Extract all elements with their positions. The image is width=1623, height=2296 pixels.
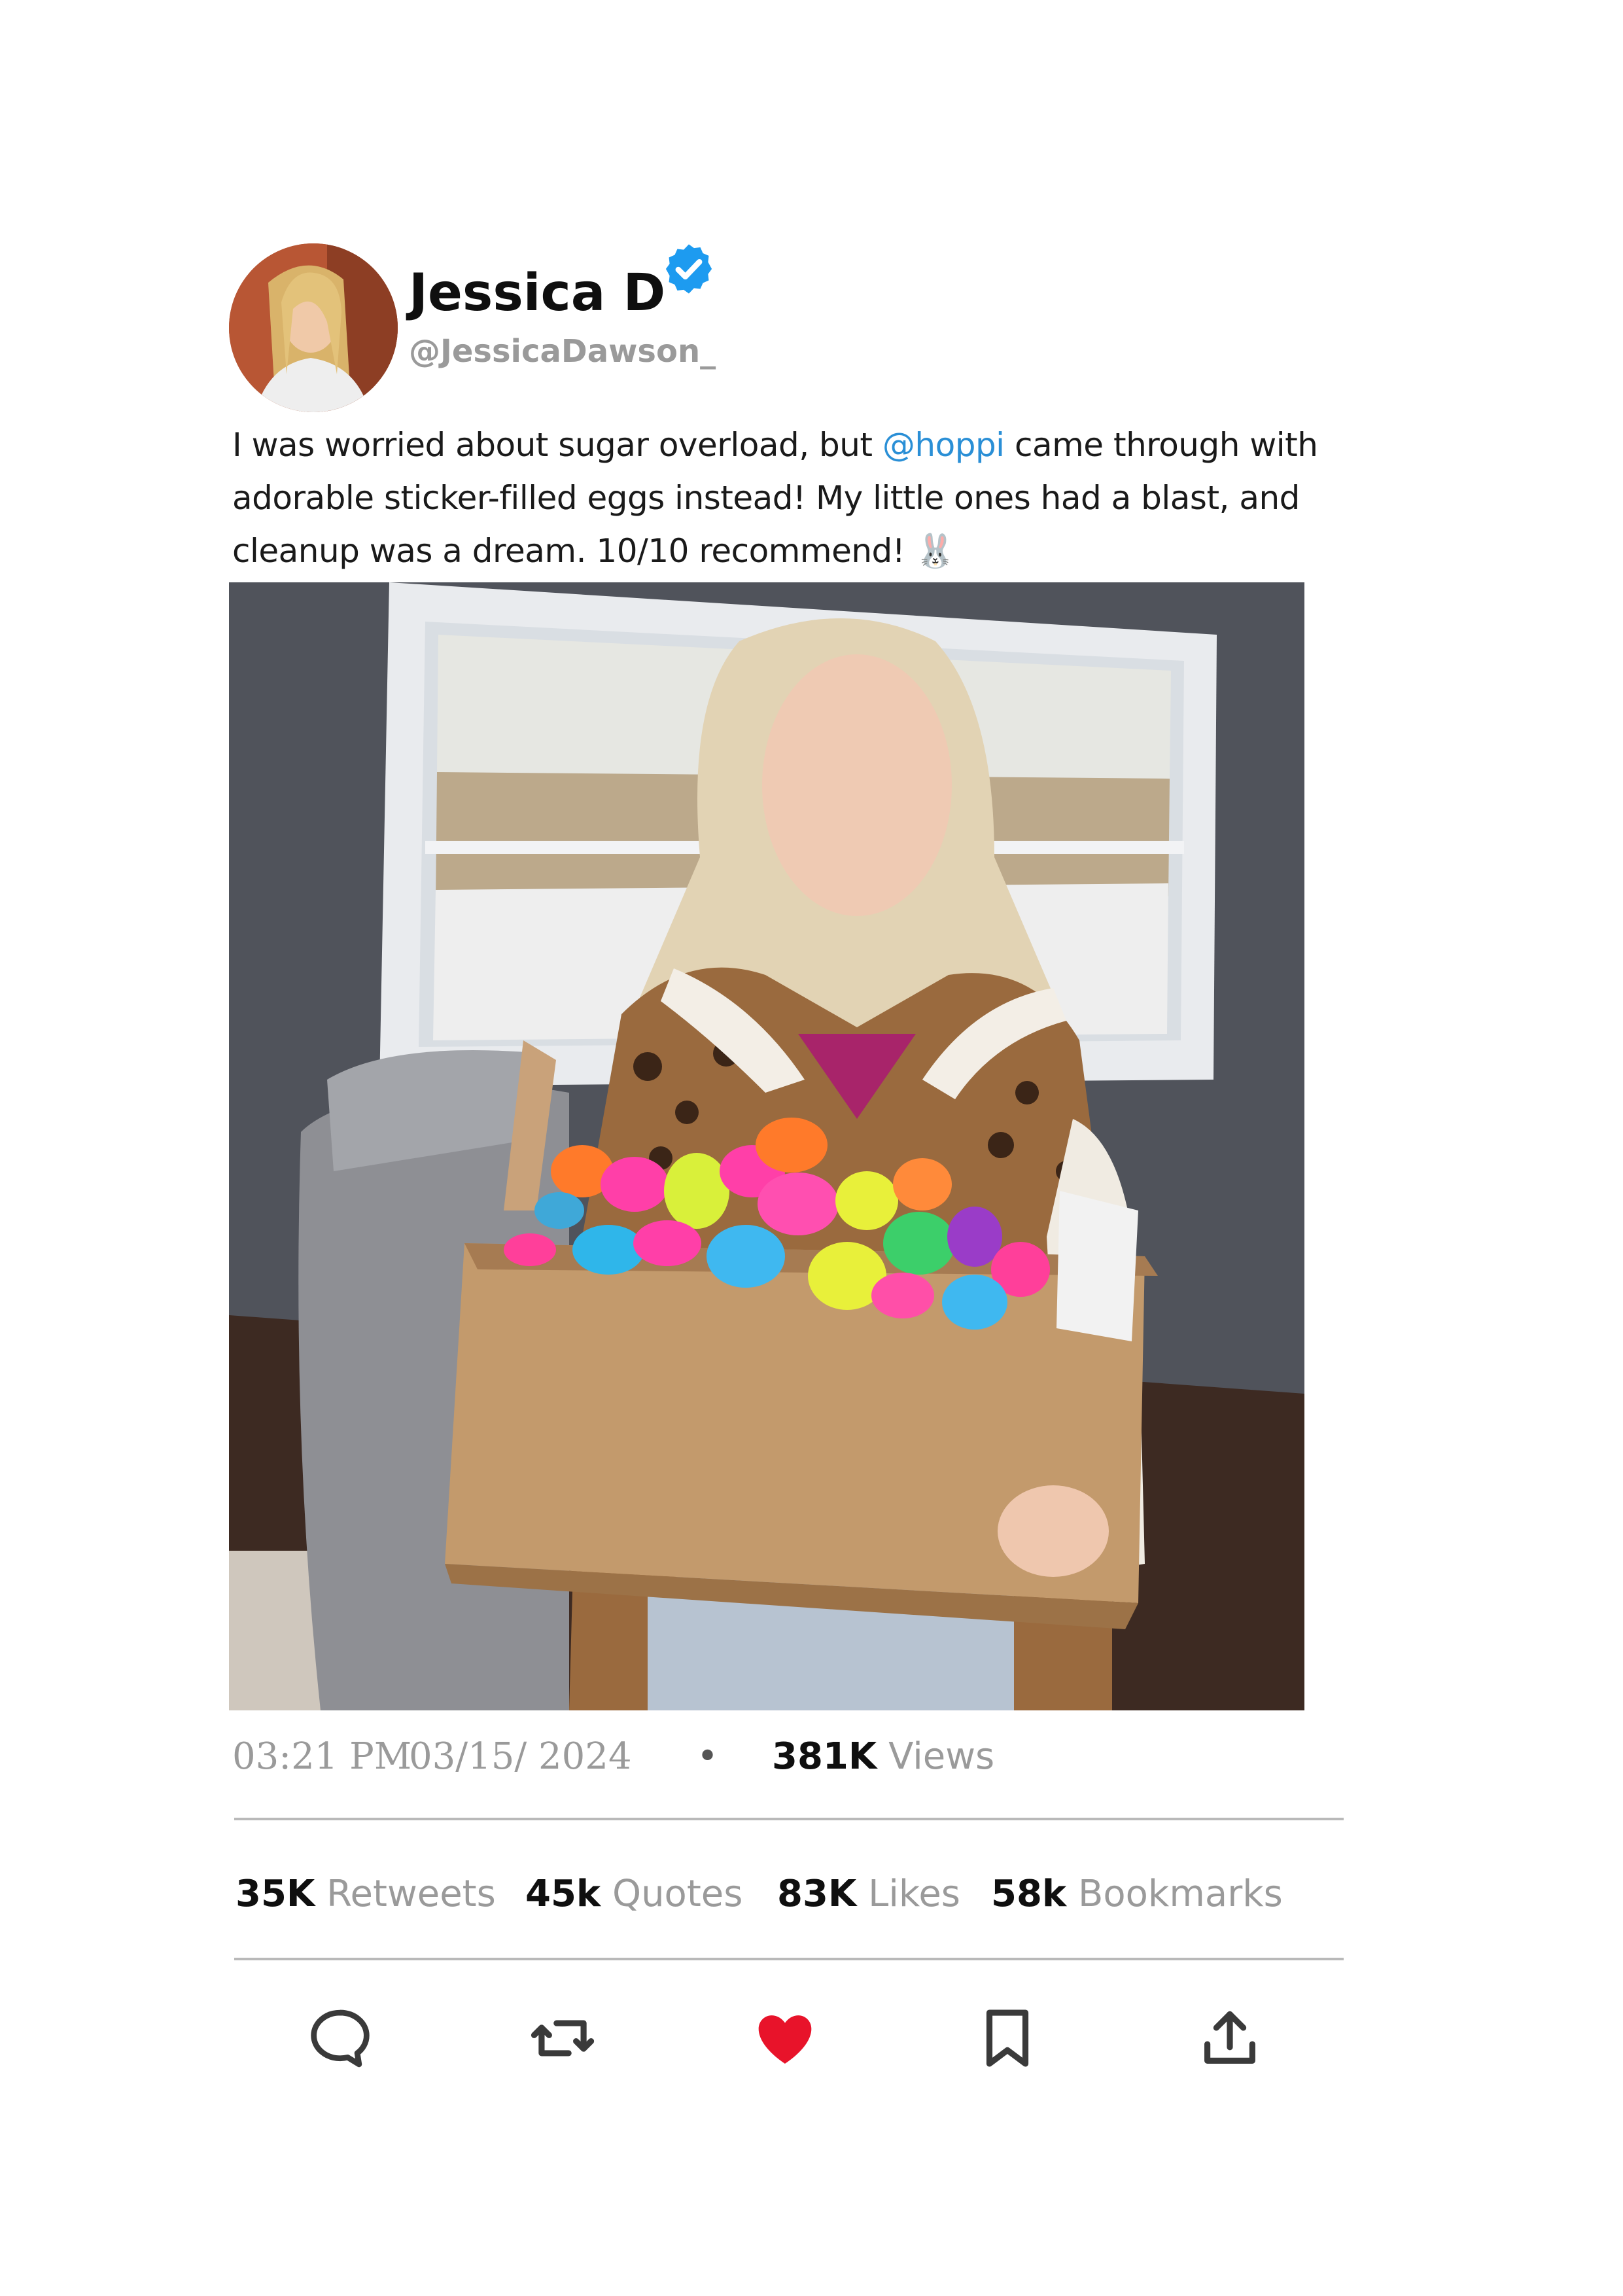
views-stat[interactable]: 381K Views — [772, 1731, 994, 1783]
avatar-portrait — [229, 243, 398, 412]
engagement-stats: 35K Retweets 45k Quotes 83K Likes 58k Bo… — [0, 1868, 1623, 1920]
tweet-meta: 03:21 PM 03/15/ 2024 • 381K Views — [232, 1731, 1344, 1783]
retweets-stat[interactable]: 35K Retweets — [236, 1868, 496, 1920]
bookmarks-stat[interactable]: 58k Bookmarks — [991, 1868, 1283, 1920]
quotes-stat[interactable]: 45k Quotes — [525, 1868, 742, 1920]
retweets-label: Retweets — [326, 1873, 496, 1915]
like-button[interactable] — [749, 2002, 821, 2074]
photo-scene — [229, 582, 1304, 1710]
quotes-count: 45k — [525, 1873, 601, 1915]
divider-top — [234, 1818, 1344, 1820]
tweet-date[interactable]: 03/15/ 2024 — [409, 1731, 632, 1783]
avatar[interactable] — [229, 243, 398, 412]
meta-separator: • — [697, 1735, 719, 1778]
share-icon — [1204, 2011, 1255, 2064]
divider-bottom — [234, 1958, 1344, 1960]
retweets-count: 35K — [236, 1873, 315, 1915]
bookmarks-count: 58k — [991, 1873, 1067, 1915]
reply-button[interactable] — [304, 2002, 376, 2074]
bookmark-button[interactable] — [971, 2002, 1043, 2074]
likes-stat[interactable]: 83K Likes — [777, 1868, 960, 1920]
action-bar — [0, 2002, 1623, 2074]
tweet-time[interactable]: 03:21 PM — [232, 1731, 411, 1783]
display-name[interactable]: Jessica D — [409, 260, 665, 326]
likes-label: Likes — [868, 1873, 960, 1915]
mention-link[interactable]: @hoppi — [882, 426, 1005, 464]
views-label: Views — [888, 1735, 995, 1778]
verified-badge-icon — [661, 241, 717, 297]
quotes-label: Quotes — [612, 1873, 743, 1915]
author-handle[interactable]: @JessicaDawson_ — [409, 330, 716, 372]
tweet-photo[interactable] — [229, 582, 1304, 1710]
bookmarks-label: Bookmarks — [1077, 1873, 1283, 1915]
retweet-icon — [531, 2020, 595, 2057]
likes-count: 83K — [777, 1873, 857, 1915]
reply-icon — [311, 2009, 370, 2068]
like-icon — [758, 2015, 812, 2064]
tweet-text-part: I was worried about sugar overload, but — [232, 426, 882, 464]
bunny-emoji: 🐰 — [915, 532, 956, 570]
bookmark-icon — [986, 2009, 1029, 2067]
share-button[interactable] — [1194, 2002, 1266, 2074]
retweet-button[interactable] — [527, 2002, 599, 2074]
tweet-text: I was worried about sugar overload, but … — [232, 419, 1318, 578]
views-count: 381K — [772, 1735, 877, 1778]
